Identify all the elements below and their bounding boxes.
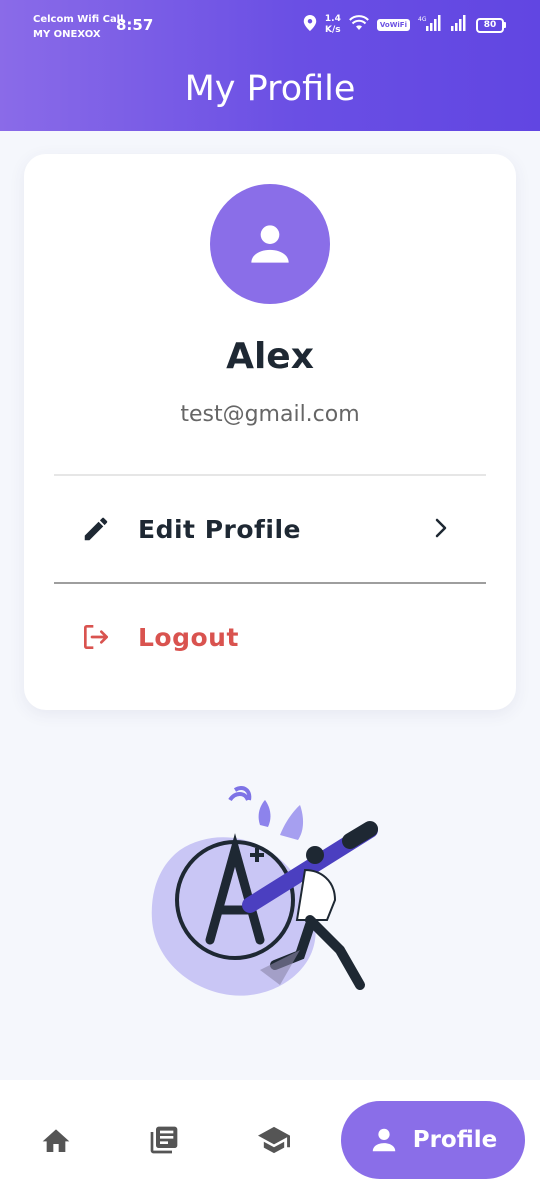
status-time: 8:57 xyxy=(116,16,154,34)
carrier-line-1: Celcom Wifi Call xyxy=(33,14,124,25)
nav-home-button[interactable] xyxy=(36,1120,76,1160)
home-icon xyxy=(42,1129,70,1152)
person-icon xyxy=(372,1128,395,1152)
nav-profile-button[interactable]: Profile xyxy=(341,1101,525,1179)
battery-level: 80 xyxy=(476,17,504,33)
status-icons: 1.4 K/s VoWiFi 4G 80 xyxy=(303,12,506,38)
user-name: Alex xyxy=(226,336,314,377)
vowifi-badge: VoWiFi xyxy=(376,19,410,31)
battery-icon: 80 xyxy=(476,17,506,33)
logout-icon xyxy=(78,619,114,655)
page-title: My Profile xyxy=(184,69,356,109)
logout-label: Logout xyxy=(138,622,239,652)
carrier-line-2: MY ONEXOX xyxy=(33,29,101,40)
avatar xyxy=(210,184,330,304)
divider xyxy=(54,474,486,476)
network-speed-unit: K/s xyxy=(325,25,341,35)
signal-4g-icon: 4G xyxy=(418,15,442,35)
user-email: test@gmail.com xyxy=(180,402,360,427)
person-icon xyxy=(251,225,289,263)
wifi-icon xyxy=(348,15,369,35)
chevron-right-icon xyxy=(434,517,448,543)
profile-card: Alex test@gmail.com Edit Profile Logout xyxy=(24,154,516,710)
graduation-cap-icon xyxy=(258,1126,290,1154)
location-icon xyxy=(303,15,317,35)
bottom-navigation: Profile xyxy=(0,1080,540,1200)
nav-learning-button[interactable] xyxy=(254,1120,294,1160)
app-header: Celcom Wifi Call MY ONEXOX 8:57 1.4 K/s … xyxy=(0,0,540,131)
edit-profile-button[interactable]: Edit Profile xyxy=(54,499,486,559)
nav-profile-label: Profile xyxy=(412,1127,498,1153)
network-speed: 1.4 K/s xyxy=(325,14,341,36)
logout-button[interactable]: Logout xyxy=(54,607,486,667)
network-speed-value: 1.4 xyxy=(324,14,341,24)
pencil-icon xyxy=(78,511,114,547)
status-bar: Celcom Wifi Call MY ONEXOX 8:57 1.4 K/s … xyxy=(0,0,540,48)
signal-icon xyxy=(450,15,468,35)
divider xyxy=(54,582,486,584)
nav-courses-button[interactable] xyxy=(144,1120,184,1160)
edit-profile-label: Edit Profile xyxy=(138,514,301,544)
library-books-icon xyxy=(150,1126,178,1154)
svg-text:4G: 4G xyxy=(418,16,427,23)
carrier-info: Celcom Wifi Call MY ONEXOX xyxy=(33,12,124,42)
student-grade-illustration xyxy=(150,775,390,1005)
